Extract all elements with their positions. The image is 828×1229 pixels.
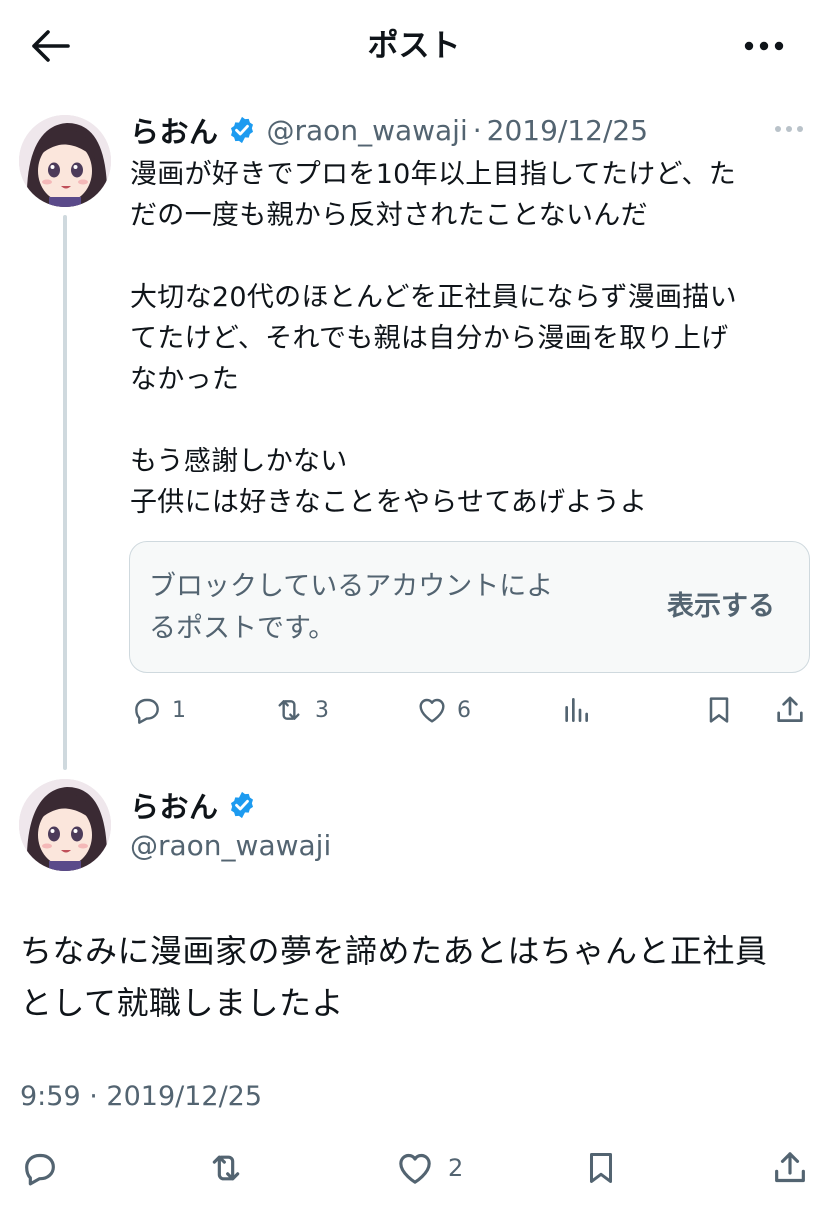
- verified-badge-icon: [227, 115, 257, 145]
- views-button[interactable]: [560, 690, 592, 730]
- main-post-text: ちなみに漫画家の夢を諦めたあとはちゃんと正社員 として就職しましたよ: [20, 932, 768, 1022]
- reply-icon: [135, 698, 159, 724]
- post-time[interactable]: 9:59: [20, 1081, 81, 1112]
- share-icon: [775, 1152, 805, 1183]
- author-handle[interactable]: @raon_wawaji: [267, 114, 468, 147]
- repost-count: 3: [315, 697, 329, 723]
- more-horizontal-icon: [775, 126, 803, 132]
- page-title: ポスト: [367, 28, 461, 64]
- avatar[interactable]: [19, 115, 111, 207]
- more-button[interactable]: [740, 30, 788, 62]
- parent-post-text: 漫画が好きでプロを10年以上目指してたけど、た だの一度も親から反対されたことな…: [130, 159, 737, 518]
- repost-button[interactable]: 3: [271, 690, 329, 730]
- thread-connector-line: [63, 215, 67, 770]
- like-button[interactable]: 6: [415, 690, 471, 730]
- avatar-image: [19, 779, 111, 871]
- bookmark-button[interactable]: [582, 1145, 620, 1191]
- main-post-actions: 2: [20, 1145, 810, 1191]
- bookmark-icon: [589, 1153, 613, 1183]
- post-detail-page: ポスト らおん @raon_wawaji · 2019/12/25 漫画が好きで…: [0, 0, 828, 1229]
- parent-post-header: らおん @raon_wawaji · 2019/12/25: [130, 108, 648, 152]
- bookmark-button[interactable]: [703, 690, 735, 730]
- share-button[interactable]: [773, 690, 807, 730]
- like-button[interactable]: 2: [394, 1145, 463, 1191]
- post-date[interactable]: 2019/12/25: [487, 114, 648, 147]
- heart-icon: [419, 698, 445, 723]
- author-name[interactable]: らおん: [130, 784, 219, 826]
- top-bar: ポスト: [0, 0, 828, 92]
- bookmark-icon: [709, 697, 729, 723]
- repost-icon: [212, 1155, 240, 1181]
- repost-button[interactable]: [204, 1145, 248, 1191]
- reply-button[interactable]: [20, 1145, 60, 1191]
- avatar[interactable]: [19, 779, 111, 871]
- like-count: 2: [448, 1154, 464, 1182]
- post-date[interactable]: 2019/12/25: [106, 1081, 262, 1112]
- share-icon: [777, 696, 803, 722]
- reply-count: 1: [172, 697, 186, 723]
- meta-separator: ·: [472, 113, 482, 147]
- author-handle[interactable]: @raon_wawaji: [130, 826, 331, 866]
- analytics-icon: [565, 698, 588, 722]
- show-blocked-button[interactable]: 表示する: [667, 587, 775, 627]
- parent-post-actions: 1 3 6: [130, 690, 810, 730]
- blocked-quote-card: ブロックしているアカウントによ るポストです。 表示する: [129, 541, 810, 673]
- meta-separator: ·: [89, 1081, 98, 1112]
- post-timestamp: 9:59 · 2019/12/25: [20, 1078, 262, 1116]
- main-post-author-row: らおん: [130, 784, 257, 826]
- avatar-image: [19, 115, 111, 207]
- more-horizontal-icon: [744, 41, 784, 51]
- repost-icon: [278, 700, 300, 720]
- blocked-notice-text: ブロックしているアカウントによ るポストです。: [149, 571, 554, 644]
- reply-button[interactable]: 1: [130, 690, 186, 730]
- post-more-button[interactable]: [772, 114, 806, 144]
- verified-badge-icon: [227, 790, 257, 820]
- heart-icon: [399, 1153, 431, 1184]
- reply-icon: [25, 1153, 55, 1186]
- like-count: 6: [457, 697, 471, 723]
- author-name[interactable]: らおん: [130, 109, 219, 151]
- share-button[interactable]: [770, 1145, 810, 1191]
